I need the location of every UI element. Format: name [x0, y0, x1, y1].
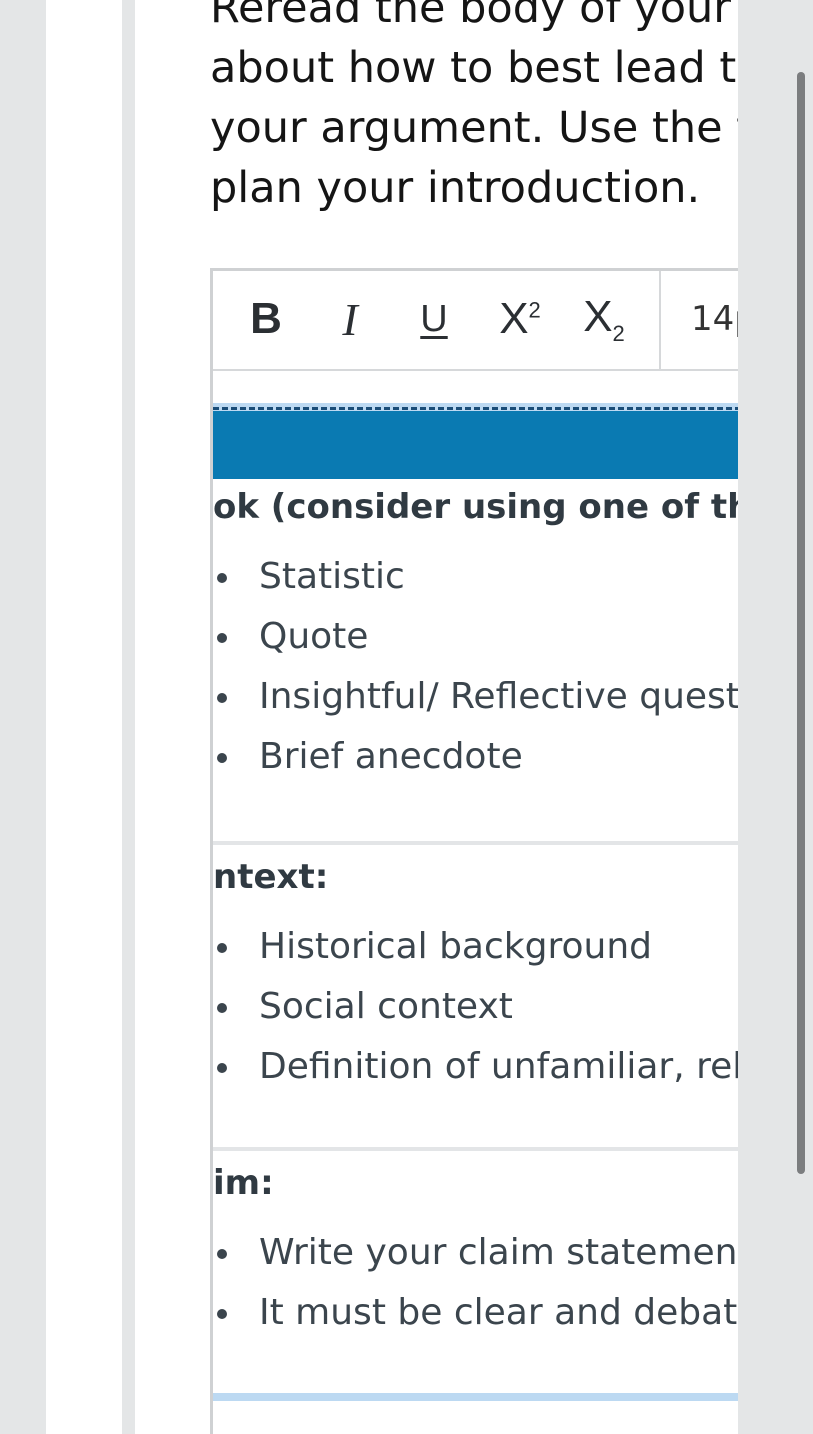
prompt-line: plan your introduction. — [210, 163, 701, 213]
rich-text-editor[interactable]: B I U X2 X2 14p — [210, 268, 738, 1434]
toolbar-separator — [659, 271, 661, 369]
table-section-context: ntext: Historical background Social cont… — [213, 845, 738, 1151]
subscript-mark: 2 — [612, 320, 625, 346]
left-panel — [46, 0, 122, 1434]
list-item: Definition of unfamiliar, rele — [213, 1037, 738, 1097]
panel-divider — [122, 0, 135, 1434]
list-item: Social context — [213, 977, 738, 1037]
bullet-list: Historical background Social context Def… — [213, 917, 738, 1097]
underline-button[interactable]: U — [399, 287, 469, 351]
prompt-line: about how to best lead th — [210, 43, 738, 93]
bold-icon: B — [250, 294, 282, 343]
table-bottom-outline — [213, 1393, 738, 1401]
prompt-line: Reread the body of your e — [210, 0, 738, 33]
italic-icon: I — [342, 293, 358, 345]
list-item: Quote — [213, 607, 738, 667]
question-card: Reread the body of your e about how to b… — [135, 0, 738, 1434]
list-item: It must be clear and debata — [213, 1283, 738, 1343]
superscript-x: X — [499, 294, 529, 343]
superscript-icon: X2 — [499, 294, 541, 344]
superscript-mark: 2 — [528, 297, 541, 323]
left-gutter — [0, 0, 46, 1434]
list-item: Brief anecdote — [213, 727, 738, 787]
subscript-x: X — [583, 291, 613, 341]
italic-button[interactable]: I — [315, 287, 385, 351]
bullet-list: Write your claim statement It must be cl… — [213, 1223, 738, 1343]
subscript-button[interactable]: X2 — [569, 287, 639, 351]
superscript-button[interactable]: X2 — [485, 287, 555, 351]
section-title: im: — [213, 1163, 274, 1203]
table-section-claim: im: Write your claim statement It must b… — [213, 1151, 738, 1397]
subscript-icon: X2 — [583, 292, 625, 347]
table-section-hook: ok (consider using one of these Statisti… — [213, 479, 738, 845]
question-prompt: Reread the body of your e about how to b… — [210, 0, 738, 218]
section-title: ntext: — [213, 857, 329, 897]
editor-toolbar: B I U X2 X2 14p — [213, 271, 738, 371]
underline-icon: U — [420, 297, 448, 340]
list-item: Insightful/ Reflective questic — [213, 667, 738, 727]
font-size-select[interactable]: 14p — [691, 299, 738, 339]
prompt-line: your argument. Use the ta — [210, 103, 738, 153]
list-item: Write your claim statement — [213, 1223, 738, 1283]
scrollbar-thumb[interactable] — [797, 72, 805, 1174]
section-title: ok (consider using one of these — [213, 487, 738, 527]
editor-content[interactable]: ok (consider using one of these Statisti… — [213, 371, 738, 1434]
table-header-row — [213, 411, 738, 479]
list-item: Statistic — [213, 547, 738, 607]
list-item: Historical background — [213, 917, 738, 977]
bullet-list: Statistic Quote Insightful/ Reflective q… — [213, 547, 738, 787]
bold-button[interactable]: B — [231, 287, 301, 351]
table-selection-outline — [213, 403, 738, 411]
